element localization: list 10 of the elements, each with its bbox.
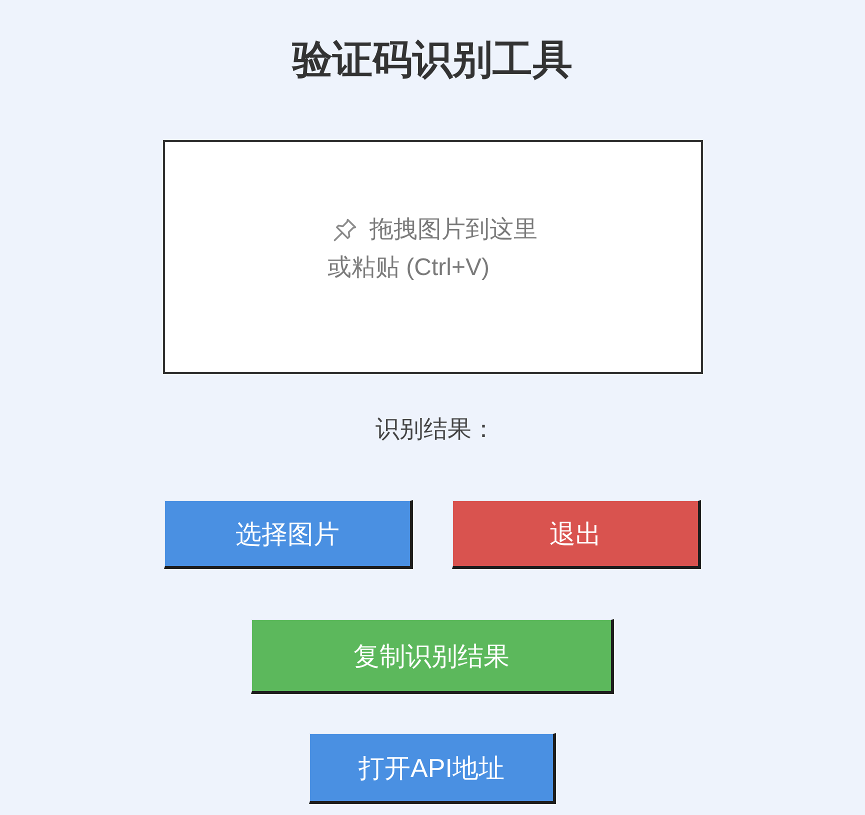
result-label: 识别结果：	[374, 415, 496, 445]
action-button[interactable]: 复制识别结果	[251, 619, 614, 694]
drop-zone[interactable]: 拖拽图片到这里 或粘贴 (Ctrl+V)	[162, 140, 702, 374]
drop-hint-text: 拖拽图片到这里	[370, 215, 538, 245]
action-button[interactable]: 退出	[452, 500, 701, 569]
action-button[interactable]: 打开API地址	[309, 733, 556, 804]
action-button[interactable]: 选择图片	[164, 500, 413, 569]
pushpin-icon	[332, 217, 358, 243]
app-title: 验证码识别工具	[292, 37, 572, 84]
drop-hint-text: 或粘贴 (Ctrl+V)	[328, 253, 490, 283]
